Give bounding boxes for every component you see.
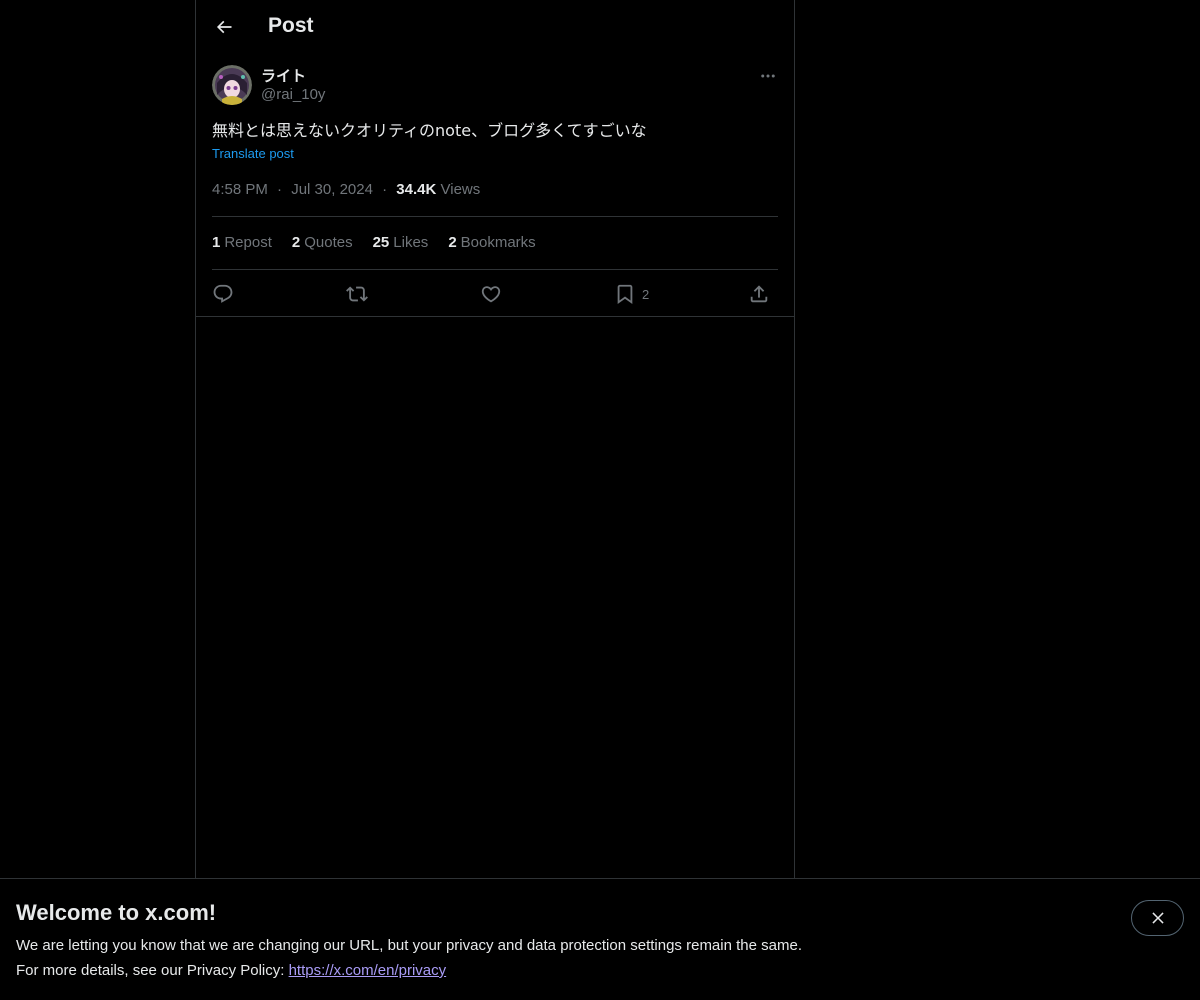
- more-horizontal-icon: [761, 74, 775, 78]
- post-stats: 1 Repost 2 Quotes 25 Likes 2 Bookmarks: [212, 234, 536, 251]
- privacy-policy-link[interactable]: https://x.com/en/privacy: [289, 962, 447, 979]
- views-count: 34.4K: [396, 181, 437, 198]
- avatar[interactable]: [212, 65, 252, 105]
- post-meta: 4:58 PM · Jul 30, 2024 · 34.4K Views: [212, 181, 480, 198]
- repost-icon: [346, 286, 368, 302]
- avatar-image: [212, 65, 252, 105]
- reposts-stat[interactable]: 1 Repost: [212, 234, 272, 251]
- meta-separator: ·: [382, 181, 388, 198]
- share-icon: [750, 285, 768, 303]
- action-bar: 2: [212, 280, 778, 308]
- post-time[interactable]: 4:58 PM: [212, 181, 268, 198]
- arrow-left-icon: [216, 20, 232, 34]
- reply-button[interactable]: [212, 280, 234, 308]
- meta-separator: ·: [277, 181, 283, 198]
- bookmark-icon: [617, 284, 633, 305]
- heart-icon: [481, 286, 501, 303]
- post-text: 無料とは思えないクオリティのnote、ブログ多くてすごいな: [212, 121, 647, 140]
- page-title: Post: [268, 14, 314, 37]
- banner-title: Welcome to x.com!: [16, 900, 217, 925]
- views-label: Views: [440, 181, 481, 198]
- banner-message: We are letting you know that we are chan…: [16, 937, 802, 954]
- author-display-name[interactable]: ライト: [261, 65, 306, 86]
- welcome-banner: Welcome to x.com! We are letting you kno…: [0, 878, 1200, 1000]
- bookmarks-stat[interactable]: 2 Bookmarks: [448, 234, 535, 251]
- banner-privacy-note: For more details, see our Privacy Policy…: [16, 962, 446, 979]
- reply-icon: [213, 284, 233, 303]
- divider: [196, 316, 794, 317]
- post-header: Post: [196, 0, 794, 54]
- bookmark-button[interactable]: 2: [614, 280, 649, 308]
- quotes-stat[interactable]: 2 Quotes: [292, 234, 353, 251]
- more-options-button[interactable]: [754, 62, 782, 90]
- close-banner-button[interactable]: [1131, 900, 1184, 936]
- like-button[interactable]: [480, 280, 502, 308]
- divider: [212, 269, 778, 270]
- post-date[interactable]: Jul 30, 2024: [291, 181, 373, 198]
- divider: [212, 216, 778, 217]
- likes-stat[interactable]: 25 Likes: [373, 234, 429, 251]
- bookmark-count: 2: [642, 286, 650, 302]
- share-button[interactable]: [748, 280, 770, 308]
- back-button[interactable]: [208, 11, 240, 43]
- post-column: Post ライト @rai_10y 無料とは思えないクオリティのnote、ブログ…: [195, 0, 795, 878]
- repost-button[interactable]: [346, 280, 368, 308]
- author-handle[interactable]: @rai_10y: [261, 86, 325, 103]
- close-icon: [1151, 912, 1164, 924]
- translate-post-link[interactable]: Translate post: [212, 146, 294, 161]
- banner-privacy-prefix: For more details, see our Privacy Policy…: [16, 962, 289, 979]
